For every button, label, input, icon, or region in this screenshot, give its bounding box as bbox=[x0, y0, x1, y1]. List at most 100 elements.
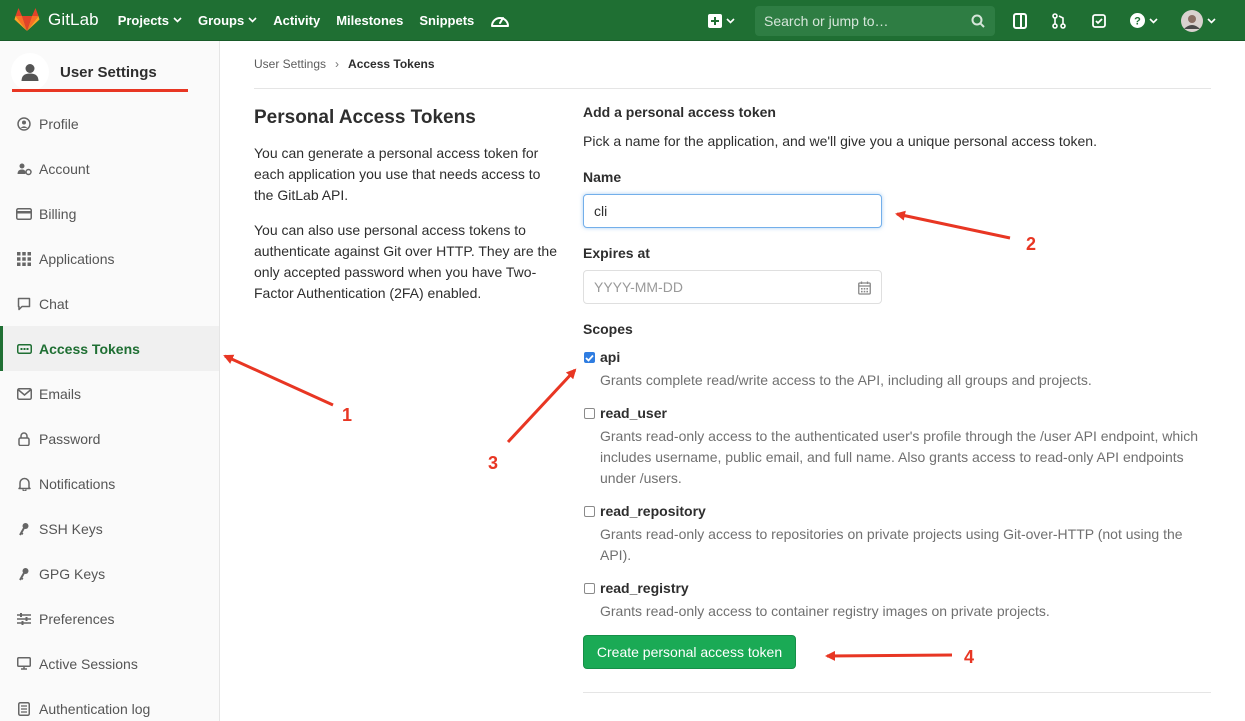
gitlab-home-link[interactable]: GitLab bbox=[14, 0, 99, 41]
applications-icon bbox=[16, 251, 32, 267]
sidebar-item-active-sessions[interactable]: Active Sessions bbox=[0, 641, 219, 686]
top-navbar: GitLab Projects Groups Activity Mileston… bbox=[0, 0, 1245, 41]
breadcrumb-separator: › bbox=[335, 57, 340, 71]
expires-at-placeholder: YYYY-MM-DD bbox=[594, 279, 683, 295]
form-heading: Add a personal access token bbox=[583, 104, 776, 120]
scopes-label: Scopes bbox=[583, 321, 633, 337]
sidebar-item-password[interactable]: Password bbox=[0, 416, 219, 461]
help-icon: ? bbox=[1130, 13, 1145, 28]
annotation-underline bbox=[12, 89, 188, 92]
scope-read-user-description: Grants read-only access to the authentic… bbox=[600, 428, 1199, 486]
sidebar-item-notifications[interactable]: Notifications bbox=[0, 461, 219, 506]
gitlab-logo-icon bbox=[14, 8, 40, 31]
search-input[interactable]: Search or jump to… bbox=[755, 6, 995, 36]
annotation-label-2: 2 bbox=[1026, 234, 1037, 254]
breadcrumb-parent[interactable]: User Settings bbox=[254, 57, 326, 71]
chevron-down-icon bbox=[726, 17, 735, 24]
sidebar-item-chat[interactable]: Chat bbox=[0, 281, 219, 326]
sidebar-item-label: Applications bbox=[39, 250, 115, 267]
sidebar-item-authentication-log[interactable]: Authentication log bbox=[0, 686, 219, 721]
help-dropdown[interactable]: ? bbox=[1130, 0, 1158, 41]
nav-milestones[interactable]: Milestones bbox=[336, 13, 403, 28]
lock-icon bbox=[16, 431, 32, 447]
create-token-button[interactable]: Create personal access token bbox=[583, 635, 796, 669]
profile-icon bbox=[16, 116, 32, 132]
form-subheading: Pick a name for the application, and we'… bbox=[583, 133, 1097, 149]
nav-snippets[interactable]: Snippets bbox=[419, 13, 474, 28]
chevron-down-icon bbox=[248, 17, 257, 23]
scope-api-checkbox[interactable] bbox=[584, 352, 595, 363]
preferences-icon bbox=[16, 611, 32, 627]
chevron-down-icon bbox=[1207, 17, 1216, 24]
scope-api-name[interactable]: api bbox=[600, 349, 620, 365]
scope-read-repository-name[interactable]: read_repository bbox=[600, 503, 706, 519]
new-item-dropdown[interactable] bbox=[708, 0, 735, 41]
brand-name: GitLab bbox=[48, 10, 99, 29]
sidebar-item-access-tokens[interactable]: Access Tokens bbox=[0, 326, 219, 371]
annotation-label-4: 4 bbox=[964, 647, 975, 667]
svg-text:?: ? bbox=[1134, 16, 1141, 28]
monitor-icon bbox=[16, 656, 32, 672]
sidebar-item-label: Chat bbox=[39, 295, 69, 312]
settings-sidebar: User Settings Profile Account Billing Ap… bbox=[0, 41, 220, 721]
divider bbox=[583, 692, 1211, 693]
plus-square-icon bbox=[708, 13, 722, 28]
merge-requests-icon[interactable] bbox=[1052, 0, 1066, 41]
sidebar-item-preferences[interactable]: Preferences bbox=[0, 596, 219, 641]
calendar-icon[interactable] bbox=[858, 281, 871, 295]
token-form-header: Add a personal access token Pick a name … bbox=[583, 104, 1213, 149]
annotation-arrow-4 bbox=[825, 650, 953, 661]
intro-paragraph-2: You can also use personal access tokens … bbox=[254, 222, 557, 301]
nav-projects[interactable]: Projects bbox=[118, 13, 182, 28]
name-field-value: cli bbox=[594, 203, 608, 219]
search-placeholder: Search or jump to… bbox=[764, 13, 889, 29]
annotation-label-3: 3 bbox=[488, 453, 499, 473]
scope-read-registry-description: Grants read-only access to container reg… bbox=[600, 603, 1050, 619]
performance-dashboard-icon[interactable] bbox=[490, 11, 510, 29]
expires-label: Expires at bbox=[583, 245, 650, 261]
sidebar-item-applications[interactable]: Applications bbox=[0, 236, 219, 281]
sidebar-item-gpg-keys[interactable]: GPG Keys bbox=[0, 551, 219, 596]
email-icon bbox=[16, 386, 32, 402]
scope-read-registry-name[interactable]: read_registry bbox=[600, 580, 689, 596]
intro-panel: Personal Access Tokens You can generate … bbox=[254, 107, 559, 318]
key-icon bbox=[16, 566, 32, 582]
todos-icon[interactable] bbox=[1092, 0, 1106, 41]
sidebar-header[interactable]: User Settings bbox=[0, 41, 219, 92]
expires-at-field[interactable]: YYYY-MM-DD bbox=[583, 270, 882, 304]
sidebar-item-profile[interactable]: Profile bbox=[0, 101, 219, 146]
billing-icon bbox=[16, 206, 32, 222]
user-avatar-icon bbox=[11, 53, 49, 91]
page-title: Personal Access Tokens bbox=[254, 107, 476, 128]
sidebar-item-emails[interactable]: Emails bbox=[0, 371, 219, 416]
sidebar-item-label: Password bbox=[39, 430, 101, 447]
sidebar-item-label: Profile bbox=[39, 115, 79, 132]
sidebar-item-account[interactable]: Account bbox=[0, 146, 219, 191]
chevron-down-icon bbox=[1149, 17, 1158, 24]
annotation-arrow-2 bbox=[895, 210, 1011, 240]
nav-activity[interactable]: Activity bbox=[273, 13, 320, 28]
access-tokens-icon bbox=[16, 341, 32, 357]
sidebar-toggle-icon[interactable] bbox=[1013, 0, 1027, 41]
sidebar-item-label: Notifications bbox=[39, 475, 116, 492]
divider bbox=[254, 88, 1211, 89]
nav-groups[interactable]: Groups bbox=[198, 13, 257, 28]
bell-icon bbox=[16, 476, 32, 492]
name-field[interactable]: cli bbox=[583, 194, 882, 228]
sidebar-item-billing[interactable]: Billing bbox=[0, 191, 219, 236]
scope-read-registry-checkbox[interactable] bbox=[584, 583, 595, 594]
sidebar-item-label: GPG Keys bbox=[39, 565, 106, 582]
scope-read-user-name[interactable]: read_user bbox=[600, 405, 667, 421]
scope-read-user-checkbox[interactable] bbox=[584, 408, 595, 419]
search-icon bbox=[971, 14, 985, 28]
name-label: Name bbox=[583, 169, 622, 185]
user-menu-dropdown[interactable] bbox=[1181, 0, 1216, 41]
sidebar-item-ssh-keys[interactable]: SSH Keys bbox=[0, 506, 219, 551]
account-icon bbox=[16, 161, 32, 177]
sidebar-item-label: Access Tokens bbox=[39, 340, 140, 357]
intro-paragraph-1: You can generate a personal access token… bbox=[254, 145, 541, 203]
breadcrumb-current[interactable]: Access Tokens bbox=[348, 57, 435, 71]
scope-api-description: Grants complete read/write access to the… bbox=[600, 372, 1092, 388]
scope-read-repository-checkbox[interactable] bbox=[584, 506, 595, 517]
annotation-arrow-1 bbox=[223, 354, 334, 407]
